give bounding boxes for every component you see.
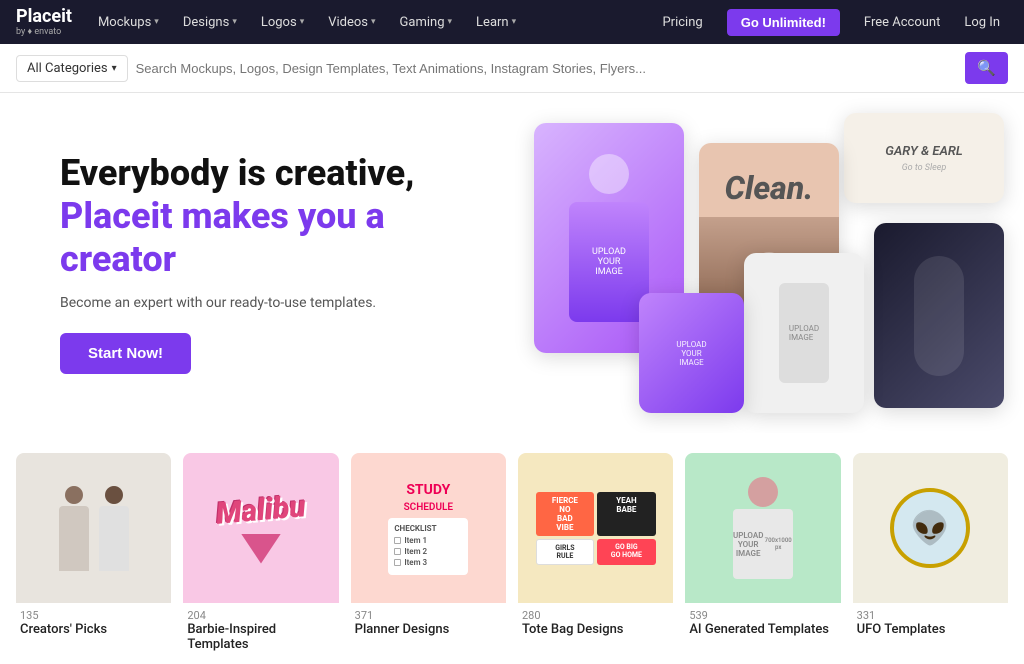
gallery-label-tote: 280 Tote Bag Designs [518,603,673,639]
gallery-card-creators[interactable]: 135 Creators' Picks [16,453,171,654]
gallery-section: 135 Creators' Picks Malibu 204 Barbie-In… [0,433,1024,664]
gallery-card-ai[interactable]: UPLOADYOURIMAGE700x1000 px 539 AI Genera… [685,453,840,654]
gallery-label-ai: 539 AI Generated Templates [685,603,840,639]
gallery-label-planner: 371 Planner Designs [351,603,506,639]
gallery-img-tote: FIERCENOBADVIBE YEAHBABE GIRLSRULE GO BI… [518,453,673,603]
logo-text: Placeit [16,8,72,26]
go-unlimited-button[interactable]: Go Unlimited! [727,9,840,36]
gallery-img-ufo: 👽 [853,453,1008,603]
chevron-down-icon: ▾ [448,17,453,27]
search-icon: 🔍 [977,60,996,77]
gallery-img-planner: STUDYSCHEDULE CHECKLIST Item 1 Item 2 It… [351,453,506,603]
site-logo[interactable]: Placeit by ♦ envato [16,8,72,37]
category-label: All Categories [27,61,108,76]
chevron-down-icon: ▾ [154,17,159,27]
hero-text-block: Everybody is creative, Placeit makes you… [0,112,480,415]
chevron-down-icon: ▾ [300,17,305,27]
hero-title-purple: Placeit makes you a creator [60,195,420,281]
nav-learn[interactable]: Learn ▾ [466,0,526,44]
nav-free-account[interactable]: Free Account [852,15,952,30]
gallery-card-planner[interactable]: STUDYSCHEDULE CHECKLIST Item 1 Item 2 It… [351,453,506,654]
gallery-label-barbie: 204 Barbie-Inspired Templates [183,603,338,654]
nav-logos[interactable]: Logos ▾ [251,0,314,44]
nav-gaming[interactable]: Gaming ▾ [390,0,463,44]
navbar: Placeit by ♦ envato Mockups ▾ Designs ▾ … [0,0,1024,44]
hero-images: UPLOADYOURIMAGE GARY & EARL Go to Sleep … [464,93,1024,433]
nav-pricing[interactable]: Pricing [650,15,714,30]
hero-subtitle: Become an expert with our ready-to-use t… [60,295,420,311]
hero-title-black: Everybody is creative, [60,152,420,195]
hero-card-woman-dark [874,223,1004,408]
nav-videos[interactable]: Videos ▾ [318,0,385,44]
gallery-img-ai: UPLOADYOURIMAGE700x1000 px [685,453,840,603]
search-button[interactable]: 🔍 [965,52,1008,84]
gallery-card-tote[interactable]: FIERCENOBADVIBE YEAHBABE GIRLSRULE GO BI… [518,453,673,654]
gallery-card-barbie[interactable]: Malibu 204 Barbie-Inspired Templates [183,453,338,654]
chevron-down-icon: ▾ [112,63,117,74]
hero-card-purple-tee: UPLOADYOURIMAGE [639,293,744,413]
hero-section: Everybody is creative, Placeit makes you… [0,93,1024,433]
category-dropdown[interactable]: All Categories ▾ [16,55,128,82]
gallery-img-creators [16,453,171,603]
gallery-label-creators: 135 Creators' Picks [16,603,171,639]
alien-icon: 👽 [910,509,950,547]
hero-cta-button[interactable]: Start Now! [60,333,191,374]
gallery-card-ufo[interactable]: 👽 331 UFO Templates [853,453,1008,654]
chevron-down-icon: ▾ [512,17,517,27]
search-bar: All Categories ▾ 🔍 [0,44,1024,93]
gallery-label-ufo: 331 UFO Templates [853,603,1008,639]
logo-sub: by ♦ envato [16,26,72,37]
nav-log-in[interactable]: Log In [956,15,1008,30]
chevron-down-icon: ▾ [232,17,237,27]
chevron-down-icon: ▾ [371,17,376,27]
hero-card-gary: GARY & EARL Go to Sleep [844,113,1004,203]
search-input-wrap [136,57,958,80]
search-input[interactable] [136,57,958,80]
nav-mockups[interactable]: Mockups ▾ [88,0,169,44]
hero-card-woman-mask: UPLOADIMAGE [744,253,864,413]
gallery-img-barbie: Malibu [183,453,338,603]
nav-designs[interactable]: Designs ▾ [173,0,247,44]
